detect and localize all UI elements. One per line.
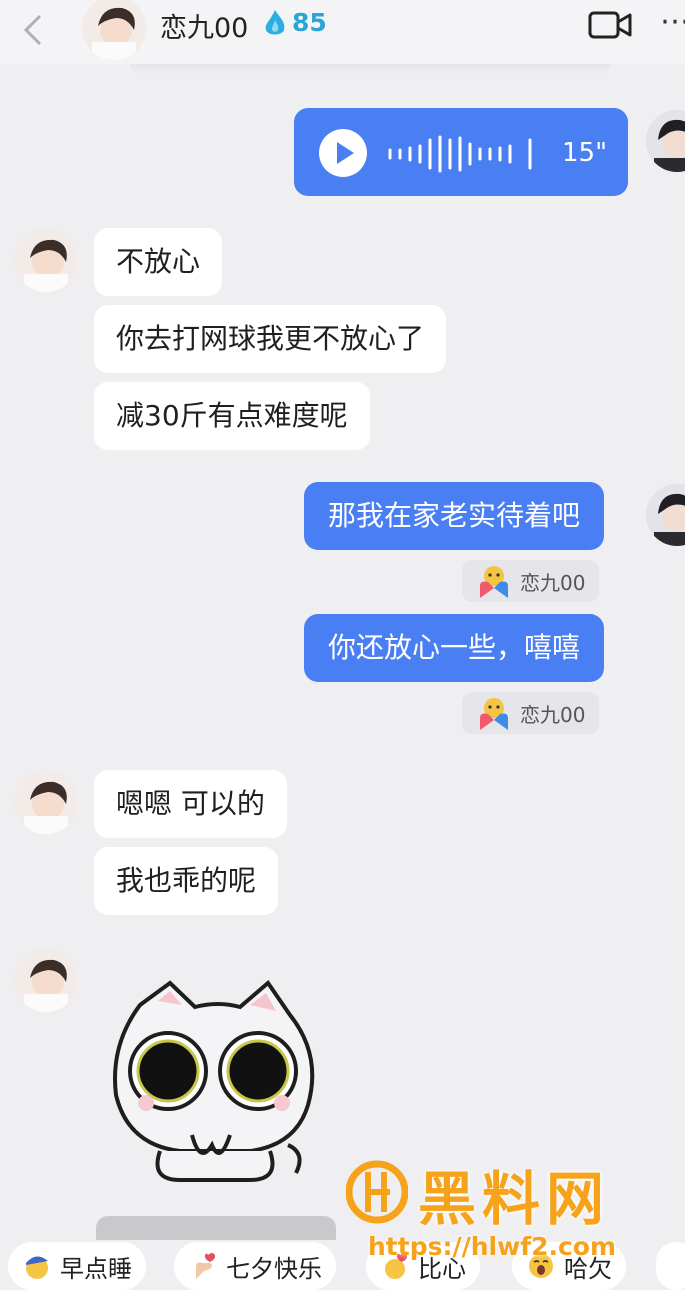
video-call-button[interactable] [588, 8, 632, 42]
partial-message [96, 1216, 336, 1240]
hug-emoji-icon [480, 698, 508, 730]
watermark-url: https://hlwf2.com [368, 1232, 617, 1261]
contact-avatar[interactable] [14, 770, 78, 834]
contact-avatar[interactable] [14, 228, 78, 292]
reaction-user: 恋九00 [520, 570, 586, 595]
outgoing-message[interactable]: 那我在家老实待着吧 [304, 482, 605, 550]
quick-reply-label: 早点睡 [60, 1254, 132, 1283]
quick-reply-label: 七夕快乐 [226, 1254, 322, 1283]
voice-duration: 15" [562, 138, 608, 168]
water-drop-icon [262, 8, 288, 38]
outgoing-message[interactable]: 你还放心一些，嘻嘻 [304, 614, 605, 682]
back-button[interactable] [18, 10, 58, 50]
play-icon[interactable] [318, 128, 368, 178]
intimacy-score: 85 [292, 8, 327, 37]
video-camera-icon [588, 11, 632, 39]
sleep-emoji-icon [22, 1251, 52, 1281]
chat-header: 恋九00 85 ⋯ [0, 0, 685, 64]
quick-reply-button[interactable]: 七夕快乐 [174, 1242, 336, 1290]
more-dots-icon: ⋯ [660, 4, 685, 39]
cat-sticker[interactable] [100, 975, 330, 1190]
incoming-message[interactable]: 嗯嗯 可以的 [94, 770, 287, 838]
heart-hand-icon [188, 1251, 218, 1281]
contact-avatar[interactable] [14, 948, 78, 1012]
chevron-left-icon [23, 14, 42, 46]
contact-avatar[interactable] [82, 0, 146, 60]
quick-reply-button[interactable]: 早点睡 [8, 1242, 146, 1290]
reaction-user: 恋九00 [520, 702, 586, 727]
contact-name: 恋九00 [160, 13, 249, 44]
more-options-button[interactable]: ⋯ [660, 4, 685, 39]
watermark-text: 黑料网 [418, 1165, 611, 1233]
quick-reply-button[interactable] [656, 1242, 685, 1290]
message-reaction[interactable]: 恋九00 [462, 560, 600, 602]
incoming-message[interactable]: 我也乖的呢 [94, 847, 279, 915]
hug-emoji-icon [480, 566, 508, 598]
incoming-message[interactable]: 你去打网球我更不放心了 [94, 305, 447, 373]
header-shadow [130, 64, 610, 74]
incoming-message[interactable]: 减30斤有点难度呢 [94, 382, 370, 450]
my-avatar[interactable] [646, 484, 685, 546]
watermark-logo [345, 1158, 409, 1226]
my-avatar[interactable] [646, 110, 685, 172]
message-reaction[interactable]: 恋九00 [462, 692, 600, 734]
voice-waveform [386, 134, 536, 174]
incoming-message[interactable]: 不放心 [94, 228, 223, 296]
